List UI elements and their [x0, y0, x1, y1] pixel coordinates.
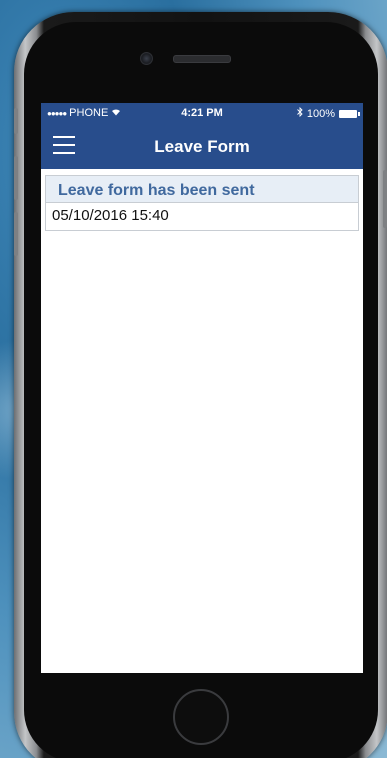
page-title: Leave Form — [154, 137, 250, 156]
card-header: Leave form has been sent — [46, 176, 358, 203]
status-right: 100% — [297, 106, 360, 120]
front-camera — [140, 52, 153, 65]
phone-screen: ●●●●● PHONE 4:21 PM 100% Leave Form Leav… — [41, 103, 363, 673]
status-bar: ●●●●● PHONE 4:21 PM 100% — [41, 103, 363, 123]
power-button — [383, 170, 387, 228]
mute-switch — [14, 108, 18, 134]
bluetooth-icon — [297, 106, 303, 120]
nav-bar: Leave Form — [41, 123, 363, 169]
leave-status-card: Leave form has been sent 05/10/2016 15:4… — [45, 175, 359, 231]
earpiece-speaker — [173, 55, 231, 63]
battery-percent: 100% — [306, 107, 335, 120]
battery-icon — [339, 109, 360, 118]
card-timestamp: 05/10/2016 15:40 — [46, 203, 358, 230]
main-content: Leave form has been sent 05/10/2016 15:4… — [41, 169, 363, 231]
volume-down-button — [14, 212, 18, 256]
volume-up-button — [14, 156, 18, 200]
background: ●●●●● PHONE 4:21 PM 100% Leave Form Leav… — [0, 0, 387, 758]
home-button[interactable] — [173, 689, 229, 745]
